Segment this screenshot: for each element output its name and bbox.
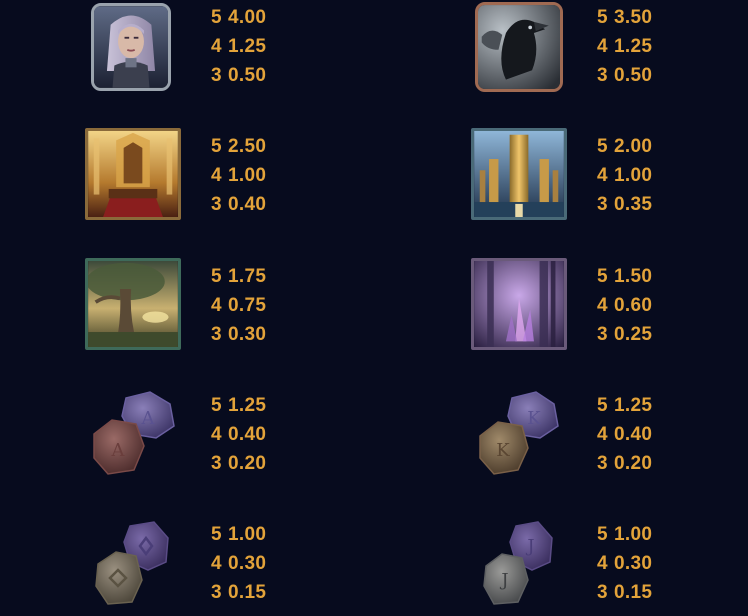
payout-row: 5 1.00 xyxy=(597,524,653,545)
payout-row: 4 1.00 xyxy=(597,165,653,186)
payout-row: 3 0.15 xyxy=(597,582,653,603)
payout-row: 5 2.50 xyxy=(211,136,267,157)
rune-k-stones-icon: K K xyxy=(476,388,562,478)
payout-row: 4 0.40 xyxy=(211,424,267,445)
rune-j-stones-icon: J J xyxy=(480,518,560,608)
payout-row: 5 1.75 xyxy=(211,266,267,287)
payout-row: 4 0.40 xyxy=(597,424,653,445)
payout-row: 3 0.35 xyxy=(597,194,653,215)
rune-glyph: J xyxy=(499,570,508,591)
rune-glyph: J xyxy=(525,536,534,557)
payout-list-rune-q: 5 1.00 4 0.30 3 0.15 xyxy=(211,520,301,607)
payout-row: 4 1.25 xyxy=(597,36,653,57)
golden-citadel-icon xyxy=(471,128,567,220)
payout-row: 4 1.00 xyxy=(211,165,267,186)
crystal-forest-icon xyxy=(471,258,567,350)
payout-list-rune-k: 5 1.25 4 0.40 3 0.20 xyxy=(597,391,687,478)
warrior-woman-icon xyxy=(91,3,171,91)
payout-row: 3 0.25 xyxy=(597,324,653,345)
payout-row: 3 0.50 xyxy=(211,65,267,86)
payout-list-warrior: 5 4.00 4 1.25 3 0.50 xyxy=(211,3,301,90)
payout-row: 5 4.00 xyxy=(211,7,267,28)
golden-throne-icon xyxy=(85,128,181,220)
payout-row: 5 1.00 xyxy=(211,524,267,545)
rune-a-stones-icon: A A xyxy=(90,388,178,478)
rune-glyph: A xyxy=(141,408,156,429)
payout-row: 4 0.75 xyxy=(211,295,267,316)
payout-row: 3 0.40 xyxy=(211,194,267,215)
payout-row: 5 2.00 xyxy=(597,136,653,157)
world-tree-icon xyxy=(85,258,181,350)
payout-list-crystal-forest: 5 1.50 4 0.60 3 0.25 xyxy=(597,262,687,349)
payout-list-citadel: 5 2.00 4 1.00 3 0.35 xyxy=(597,132,687,219)
payout-row: 3 0.15 xyxy=(211,582,267,603)
rune-glyph: K xyxy=(527,408,541,429)
payout-row: 4 1.25 xyxy=(211,36,267,57)
payout-list-rune-a: 5 1.25 4 0.40 3 0.20 xyxy=(211,391,301,478)
payout-row: 5 3.50 xyxy=(597,7,653,28)
payout-row: 4 0.30 xyxy=(211,553,267,574)
payout-row: 4 0.60 xyxy=(597,295,653,316)
payout-list-rune-j: 5 1.00 4 0.30 3 0.15 xyxy=(597,520,687,607)
raven-icon xyxy=(475,2,563,92)
payout-row: 5 1.50 xyxy=(597,266,653,287)
payout-row: 4 0.30 xyxy=(597,553,653,574)
payout-row: 3 0.50 xyxy=(597,65,653,86)
payout-list-raven: 5 3.50 4 1.25 3 0.50 xyxy=(597,3,687,90)
payout-row: 3 0.20 xyxy=(211,453,267,474)
rune-glyph: K xyxy=(496,440,510,461)
payout-row: 5 1.25 xyxy=(597,395,653,416)
payout-row: 5 1.25 xyxy=(211,395,267,416)
rune-glyph: A xyxy=(111,440,126,461)
payout-list-tree: 5 1.75 4 0.75 3 0.30 xyxy=(211,262,301,349)
payout-row: 3 0.20 xyxy=(597,453,653,474)
rune-q-stones-icon xyxy=(92,518,176,608)
payout-row: 3 0.30 xyxy=(211,324,267,345)
payout-list-throne: 5 2.50 4 1.00 3 0.40 xyxy=(211,132,301,219)
